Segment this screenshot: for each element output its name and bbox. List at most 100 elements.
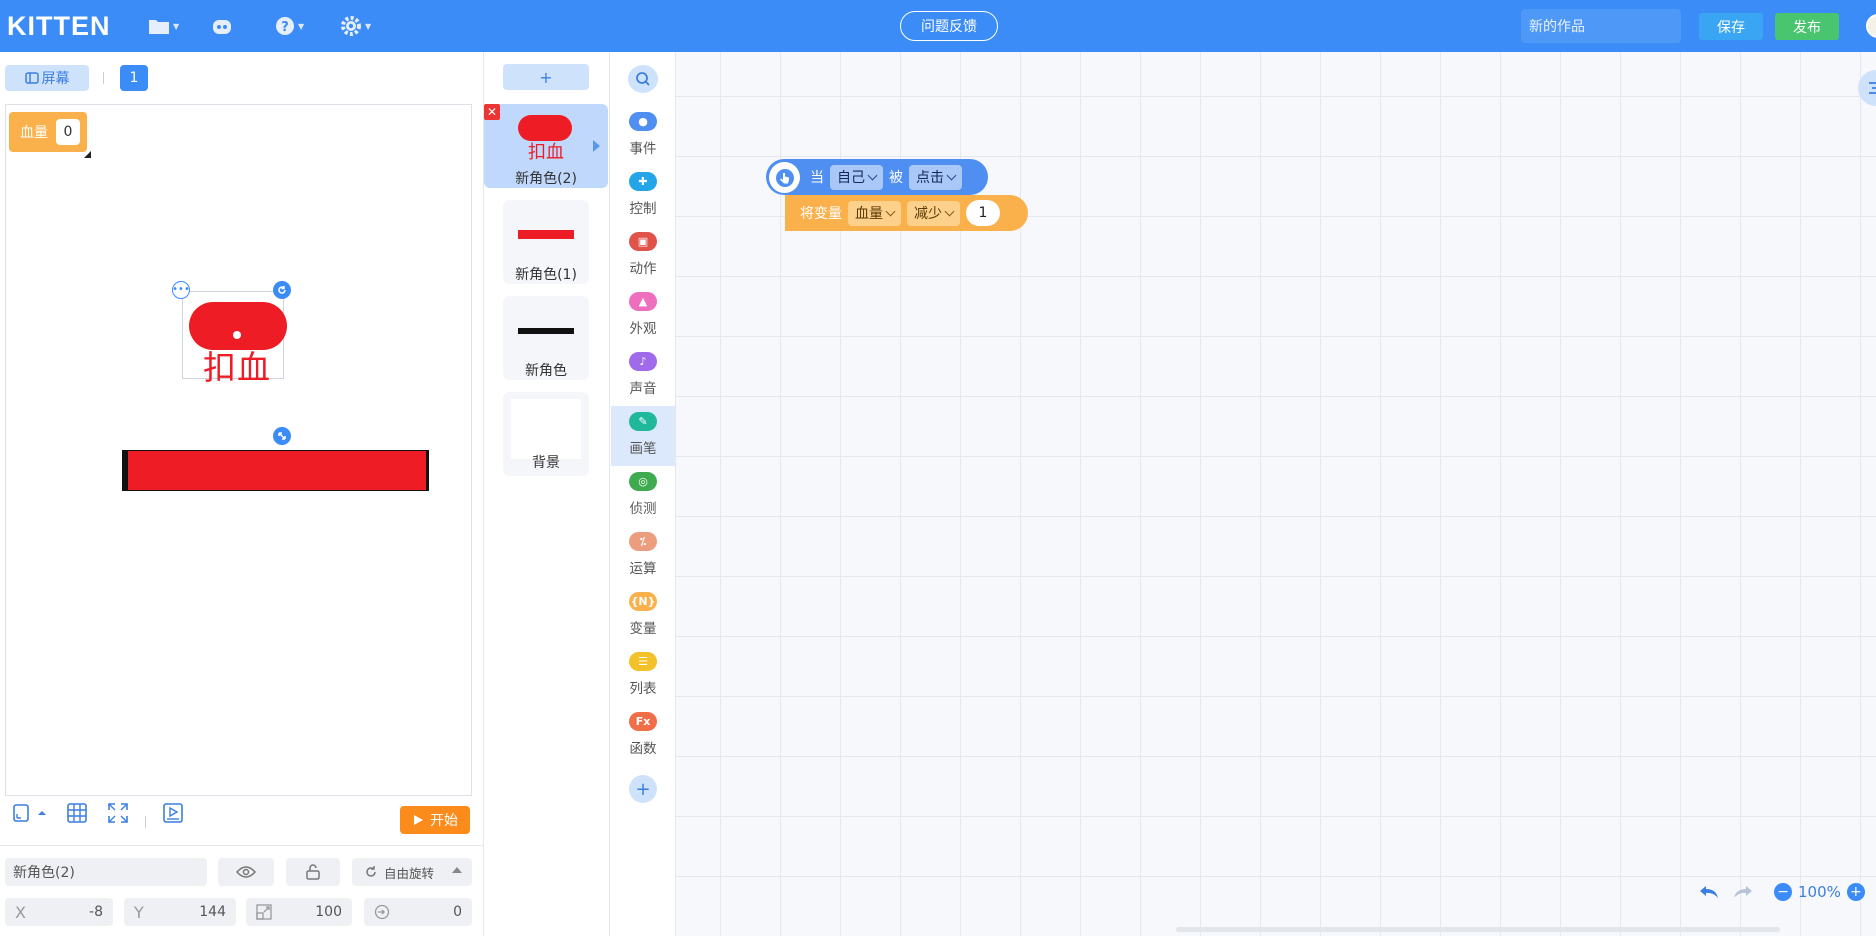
category-label: 运算	[629, 561, 657, 577]
zoom-out-button[interactable]: −	[1774, 883, 1792, 901]
category-icon: ▲	[629, 292, 657, 311]
screen-tab-1[interactable]: 1	[120, 65, 148, 91]
y-position-field[interactable]: Y 144	[124, 898, 236, 926]
eye-icon	[236, 866, 256, 878]
visibility-toggle[interactable]	[218, 858, 274, 886]
operation-dropdown[interactable]: 减少	[907, 200, 960, 226]
category-4[interactable]: ▲ 外观	[611, 286, 675, 346]
grid-icon[interactable]	[66, 802, 88, 828]
player-mode-icon[interactable]	[162, 802, 184, 828]
target-dropdown[interactable]: 自己	[830, 164, 883, 190]
y-label: Y	[134, 902, 144, 922]
scale-icon	[256, 904, 272, 920]
avatar[interactable]	[1866, 14, 1876, 38]
unlock-icon	[306, 864, 320, 880]
file-menu[interactable]: ▼	[148, 14, 179, 38]
variable-dropdown[interactable]: 血量	[848, 200, 901, 226]
category-1[interactable]: ● 事件	[611, 106, 675, 166]
action-dropdown[interactable]: 点击	[909, 164, 962, 190]
category-9[interactable]: {N} 变量	[611, 586, 675, 646]
chevron-down-icon	[867, 170, 878, 180]
publish-button[interactable]: 发布	[1775, 13, 1839, 40]
category-label: 声音	[629, 381, 657, 397]
gear-icon	[341, 16, 361, 36]
pointer-hand-icon	[775, 168, 794, 187]
screen-button[interactable]: 屏幕	[5, 65, 89, 91]
stage-size-icon[interactable]	[12, 802, 48, 828]
scale-field[interactable]: 100	[246, 898, 352, 926]
health-bar-sprite[interactable]	[122, 450, 429, 491]
screen-label: 屏幕	[41, 71, 70, 87]
category-label: 动作	[629, 261, 657, 277]
variable-monitor-value: 0	[56, 119, 80, 145]
resize-corner-icon[interactable]	[84, 151, 91, 158]
amount-input[interactable]: 1	[966, 200, 1000, 226]
chevron-right-icon[interactable]	[593, 140, 600, 152]
background-item[interactable]: 背景	[503, 392, 589, 476]
sprite-thumbnail-text: 扣血	[528, 142, 564, 163]
category-label: 外观	[629, 321, 657, 337]
block-text-set-variable: 将变量	[800, 206, 842, 222]
background-thumbnail	[511, 399, 581, 459]
stage-canvas[interactable]: 血量 0 扣血 •••	[5, 104, 472, 796]
fullscreen-icon[interactable]	[107, 802, 129, 828]
top-bar: KITTEN ▼ ? ▼ ▼ 问题反馈 新的作品 保存 发布	[0, 0, 1876, 52]
character-menu[interactable]	[211, 14, 233, 38]
sprite-thumbnail	[518, 328, 574, 334]
project-title-input[interactable]: 新的作品	[1521, 9, 1681, 43]
start-button[interactable]: 开始	[400, 806, 470, 834]
lock-toggle[interactable]	[286, 858, 340, 886]
rotation-mode-label: 自由旋转	[384, 865, 435, 881]
category-icon: ▣	[629, 232, 657, 251]
event-icon	[769, 162, 800, 193]
x-position-field[interactable]: X -8	[5, 898, 113, 926]
target-dropdown-value: 自己	[837, 170, 865, 186]
add-sprite-button[interactable]: +	[503, 64, 589, 90]
category-11[interactable]: Fx 函数	[611, 706, 675, 766]
sprite-item-new-sprite-2[interactable]: 扣血 新角色(2)	[484, 104, 608, 188]
delete-sprite-icon[interactable]: ✕	[484, 104, 500, 120]
category-icon: ☰	[629, 652, 657, 671]
rotate-handle-icon[interactable]	[273, 281, 291, 299]
category-7[interactable]: ◎ 侦测	[611, 466, 675, 526]
help-menu[interactable]: ? ▼	[275, 14, 304, 38]
rotation-mode-select[interactable]: 自由旋转	[352, 858, 472, 886]
svg-text:?: ?	[281, 20, 289, 35]
scale-handle-icon[interactable]	[273, 427, 291, 445]
category-3[interactable]: ▣ 动作	[611, 226, 675, 286]
more-icon[interactable]: •••	[172, 281, 190, 299]
save-button[interactable]: 保存	[1699, 13, 1763, 40]
when-clicked-block[interactable]: 当 自己 被 点击	[766, 159, 988, 195]
category-10[interactable]: ☰ 列表	[611, 646, 675, 706]
x-value: -8	[89, 904, 103, 920]
category-6[interactable]: ✎ 画笔	[611, 406, 675, 466]
change-variable-block[interactable]: 将变量 血量 减少 1	[785, 195, 1028, 231]
horizontal-scrollbar[interactable]	[1176, 927, 1780, 932]
category-8[interactable]: ⁒ 运算	[611, 526, 675, 586]
sprite-name-input[interactable]: 新角色(2)	[5, 858, 207, 886]
settings-menu[interactable]: ▼	[340, 14, 371, 38]
sprite-item-new-sprite[interactable]: 新角色	[503, 296, 589, 380]
variable-monitor[interactable]: 血量 0	[9, 112, 87, 152]
block-search-button[interactable]	[628, 65, 658, 93]
category-5[interactable]: ♪ 声音	[611, 346, 675, 406]
redo-icon[interactable]	[1732, 884, 1754, 900]
direction-field[interactable]: 0	[364, 898, 472, 926]
variable-monitor-name: 血量	[20, 125, 48, 141]
sprite-item-new-sprite-1[interactable]: 新角色(1)	[503, 200, 589, 284]
category-2[interactable]: ✚ 控制	[611, 166, 675, 226]
folder-icon	[149, 20, 169, 34]
sprite-item-label: 新角色	[525, 363, 567, 379]
feedback-button[interactable]: 问题反馈	[900, 11, 998, 41]
category-icon: ♪	[629, 352, 657, 371]
add-extension-button[interactable]: +	[629, 775, 657, 803]
start-label: 开始	[430, 813, 458, 829]
sprite-list-panel: + 扣血 新角色(2) 新角色(1) 新角色 背景	[484, 52, 610, 936]
direction-icon	[374, 904, 390, 920]
zoom-in-button[interactable]: +	[1846, 883, 1865, 901]
divider	[103, 72, 104, 84]
undo-icon[interactable]	[1698, 884, 1720, 900]
operation-dropdown-value: 减少	[914, 206, 942, 222]
y-value: 144	[199, 904, 226, 920]
category-icon: ◎	[629, 472, 657, 491]
